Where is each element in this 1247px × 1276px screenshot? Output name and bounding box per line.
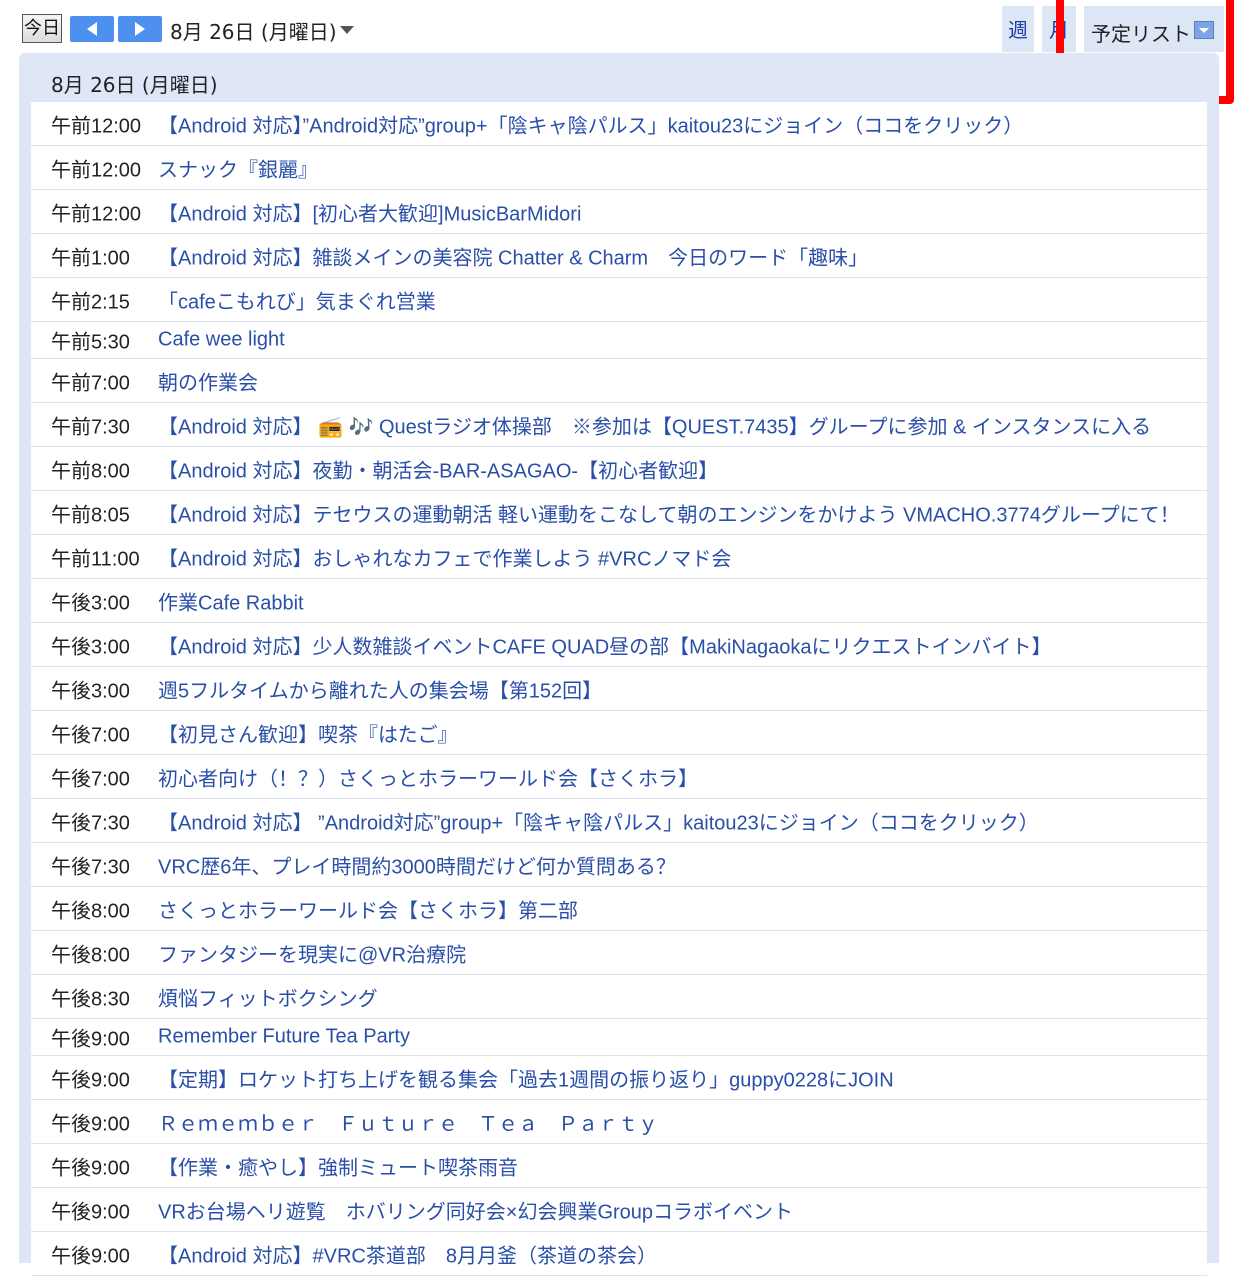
event-row[interactable]: 午後3:00 【Android 対応】少人数雑談イベントCAFE QUAD昼の部【…: [31, 623, 1207, 667]
arrow-left-icon: [87, 22, 97, 36]
event-row[interactable]: 午前12:00 【Android 対応】[初心者大歓迎]MusicBarMidor…: [31, 190, 1207, 234]
arrow-right-icon: [135, 22, 145, 36]
tab-week[interactable]: 週: [1002, 6, 1034, 52]
event-row[interactable]: 午前8:00 【Android 対応】夜勤・朝活会-BAR-ASAGAO-【初心者…: [31, 447, 1207, 491]
event-time: 午後3:00: [51, 592, 130, 614]
event-time: 午前11:00: [51, 548, 140, 570]
event-row[interactable]: 午後9:00 Remember Future Tea Party: [31, 1019, 1207, 1056]
event-time: 午後8:00: [51, 900, 130, 922]
event-row[interactable]: 午後9:00 【作業・癒やし】強制ミュート喫茶雨音: [31, 1144, 1207, 1188]
event-title-link[interactable]: 【初見さん歓迎】喫茶『はたご』: [158, 718, 458, 747]
event-time: 午前12:00: [51, 115, 142, 137]
event-title-link[interactable]: 初心者向け（！？）さくっとホラーワールド会【さくホラ】: [158, 762, 698, 791]
event-row[interactable]: 午前1:00 【Android 対応】雑談メインの美容院 Chatter & Ch…: [31, 234, 1207, 278]
event-row[interactable]: 午前11:00 【Android 対応】おしゃれなカフェで作業しよう #VRCノマ…: [31, 535, 1207, 579]
tab-agenda[interactable]: 予定リスト: [1084, 6, 1224, 52]
event-title-link[interactable]: 【Android 対応】雑談メインの美容院 Chatter & Charm 今日…: [158, 241, 868, 270]
event-row[interactable]: 午後9:00 VRお台場ヘリ遊覧 ホバリング同好会×幻会興業Groupコラボイベン…: [31, 1188, 1207, 1232]
event-time: 午後3:00: [51, 636, 130, 658]
event-row[interactable]: 午前5:30 Cafe wee light: [31, 322, 1207, 359]
event-time: 午後9:00: [51, 1201, 130, 1223]
event-row[interactable]: 午後3:00 週5フルタイムから離れた人の集会場【第152回】: [31, 667, 1207, 711]
event-time: 午後9:00: [51, 1113, 130, 1135]
event-title-link[interactable]: 「cafeこもれび」気まぐれ営業: [158, 285, 436, 314]
next-day-button[interactable]: [118, 16, 162, 42]
event-time: 午後7:00: [51, 768, 130, 790]
event-title-link[interactable]: ファンタジーを現実に@VR治療院: [158, 938, 466, 967]
event-time: 午後9:00: [51, 1157, 130, 1179]
event-row[interactable]: 午前8:05 【Android 対応】テセウスの運動朝活 軽い運動をこなして朝のエ…: [31, 491, 1207, 535]
tab-agenda-label: 予定リスト: [1091, 22, 1191, 46]
event-time: 午前12:00: [51, 159, 142, 181]
event-time: 午後7:00: [51, 724, 130, 746]
event-title-link[interactable]: 【Android 対応】夜勤・朝活会-BAR-ASAGAO-【初心者歓迎】: [158, 454, 718, 483]
event-time: 午前8:05: [51, 504, 130, 526]
previous-day-button[interactable]: [70, 16, 114, 42]
event-time: 午前7:00: [51, 372, 130, 394]
event-row[interactable]: 午後7:30 【Android 対応】 ”Android対応”group+「陰キャ…: [31, 799, 1207, 843]
tab-month[interactable]: 月: [1042, 6, 1076, 52]
event-title-link[interactable]: Ｒｅｍｅｍｂｅｒ Ｆｕｔｕｒｅ Ｔｅａ Ｐａｒｔｙ: [158, 1107, 658, 1136]
event-title-link[interactable]: Remember Future Tea Party: [158, 1026, 410, 1049]
event-time: 午後8:30: [51, 988, 130, 1010]
event-title-link[interactable]: 【Android 対応】#VRC茶道部 8月月釜（茶道の茶会）: [158, 1239, 657, 1268]
today-button[interactable]: 今日: [22, 14, 62, 43]
event-row[interactable]: 午前12:00 【Android 対応】”Android対応”group+「陰キャ…: [31, 102, 1207, 146]
event-title-link[interactable]: 【Android 対応】テセウスの運動朝活 軽い運動をこなして朝のエンジンをかけ…: [158, 498, 1180, 527]
event-time: 午後7:30: [51, 812, 130, 834]
event-time: 午前8:00: [51, 460, 130, 482]
chevron-down-icon[interactable]: [1194, 21, 1214, 39]
event-time: 午後9:00: [51, 1245, 130, 1267]
event-title-link[interactable]: 【Android 対応】[初心者大歓迎]MusicBarMidori: [158, 197, 581, 226]
event-title-link[interactable]: 【Android 対応】少人数雑談イベントCAFE QUAD昼の部【MakiNa…: [158, 630, 1051, 659]
event-title-link[interactable]: 【Android 対応】 ”Android対応”group+「陰キャ陰パルス」k…: [158, 806, 1039, 835]
event-time: 午後9:00: [51, 1028, 130, 1051]
event-row[interactable]: 午後8:00 さくっとホラーワールド会【さくホラ】第二部: [31, 887, 1207, 931]
event-title-link[interactable]: 【作業・癒やし】強制ミュート喫茶雨音: [158, 1151, 518, 1180]
event-title-link[interactable]: 【Android 対応】 📻 🎶 Questラジオ体操部 ※参加は【QUEST.…: [158, 410, 1151, 439]
event-title-link[interactable]: VRお台場ヘリ遊覧 ホバリング同好会×幻会興業Groupコラボイベント: [158, 1195, 793, 1224]
event-row[interactable]: 午後9:00 【定期】ロケット打ち上げを観る集会「過去1週間の振り返り」guppy…: [31, 1056, 1207, 1100]
event-time: 午後9:00: [51, 1069, 130, 1091]
current-date-label[interactable]: 8月 26日 (月曜日): [170, 16, 337, 45]
event-time: 午前12:00: [51, 203, 142, 225]
event-row[interactable]: 午後8:30 煩悩フィットボクシング: [31, 975, 1207, 1019]
event-title-link[interactable]: Cafe wee light: [158, 329, 285, 352]
event-title-link[interactable]: スナック『銀麗』: [158, 153, 318, 182]
event-row[interactable]: 午後7:00 初心者向け（！？）さくっとホラーワールド会【さくホラ】: [31, 755, 1207, 799]
event-title-link[interactable]: VRC歴6年、プレイ時間約3000時間だけど何か質問ある？: [158, 850, 676, 879]
agenda-day-header: 8月 26日 (月曜日): [51, 73, 218, 97]
event-time: 午前5:30: [51, 331, 130, 354]
event-row[interactable]: 午後9:00 Ｒｅｍｅｍｂｅｒ Ｆｕｔｕｒｅ Ｔｅａ Ｐａｒｔｙ: [31, 1100, 1207, 1144]
event-title-link[interactable]: 週5フルタイムから離れた人の集会場【第152回】: [158, 674, 602, 703]
event-time: 午前7:30: [51, 416, 130, 438]
event-time: 午後7:30: [51, 856, 130, 878]
event-title-link[interactable]: 【定期】ロケット打ち上げを観る集会「過去1週間の振り返り」guppy0228にJ…: [158, 1063, 894, 1092]
event-time: 午後3:00: [51, 680, 130, 702]
event-title-link[interactable]: 【Android 対応】”Android対応”group+「陰キャ陰パルス」ka…: [158, 109, 1023, 138]
event-row[interactable]: 午後9:00 【Android 対応】#VRC茶道部 8月月釜（茶道の茶会）: [31, 1232, 1207, 1276]
event-row[interactable]: 午後7:30 VRC歴6年、プレイ時間約3000時間だけど何か質問ある？: [31, 843, 1207, 887]
event-time: 午前1:00: [51, 247, 130, 269]
event-row[interactable]: 午前2:15 「cafeこもれび」気まぐれ営業: [31, 278, 1207, 322]
event-row[interactable]: 午後3:00 作業Cafe Rabbit: [31, 579, 1207, 623]
event-row[interactable]: 午前7:30 【Android 対応】 📻 🎶 Questラジオ体操部 ※参加は【…: [31, 403, 1207, 447]
agenda-event-list: 午前12:00 【Android 対応】”Android対応”group+「陰キャ…: [31, 102, 1207, 1276]
event-time: 午後8:00: [51, 944, 130, 966]
event-row[interactable]: 午後8:00 ファンタジーを現実に@VR治療院: [31, 931, 1207, 975]
calendar-toolbar: 今日 8月 26日 (月曜日) 週 月 予定リスト: [0, 0, 1247, 104]
event-title-link[interactable]: 煩悩フィットボクシング: [158, 982, 378, 1011]
event-title-link[interactable]: さくっとホラーワールド会【さくホラ】第二部: [158, 894, 578, 923]
event-title-link[interactable]: 作業Cafe Rabbit: [158, 586, 304, 615]
event-row[interactable]: 午前12:00 スナック『銀麗』: [31, 146, 1207, 190]
event-title-link[interactable]: 朝の作業会: [158, 366, 258, 395]
event-title-link[interactable]: 【Android 対応】おしゃれなカフェで作業しよう #VRCノマド会: [158, 542, 731, 571]
event-time: 午前2:15: [51, 291, 130, 313]
date-dropdown-icon[interactable]: [340, 26, 354, 34]
event-row[interactable]: 午前7:00 朝の作業会: [31, 359, 1207, 403]
event-row[interactable]: 午後7:00 【初見さん歓迎】喫茶『はたご』: [31, 711, 1207, 755]
